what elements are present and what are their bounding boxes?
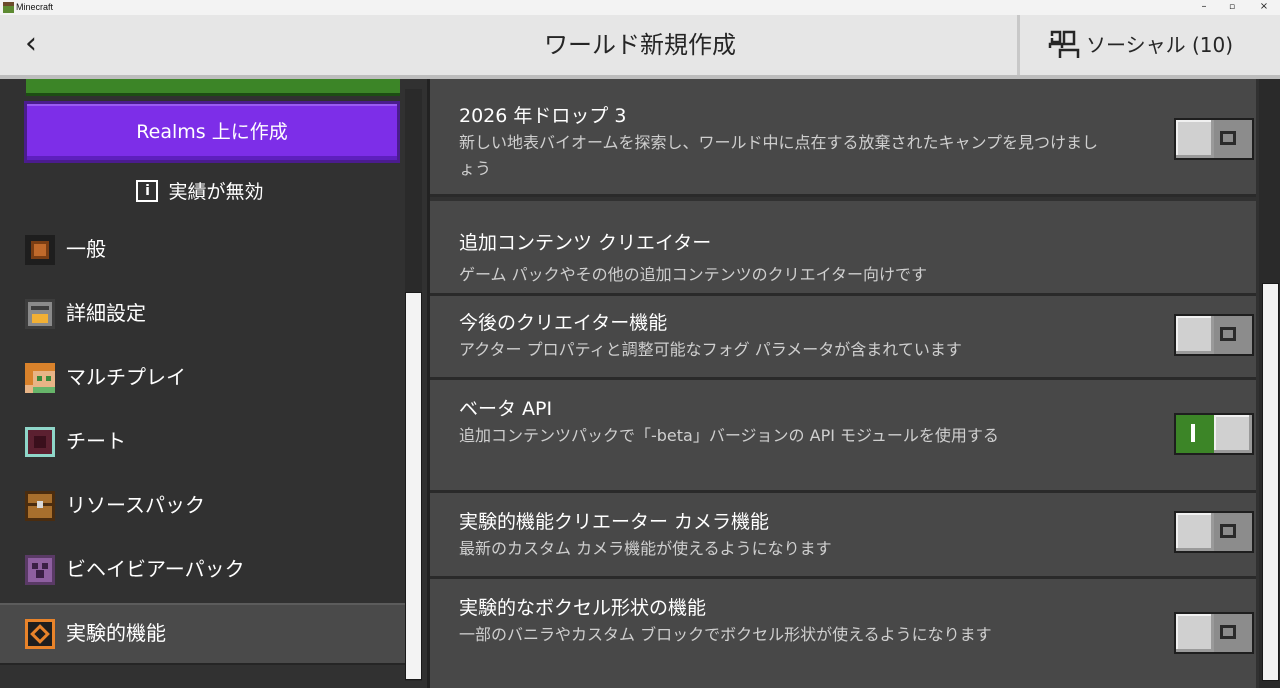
experiment-title: 2026 年ドロップ 3	[459, 105, 627, 127]
experiment-card: 実験的機能クリエーター カメラ機能 最新のカスタム カメラ機能が使えるようになり…	[430, 493, 1256, 579]
header-divider	[1017, 15, 1020, 75]
section-title: 追加コンテンツ クリエイター	[459, 232, 712, 254]
realms-button-label: Realms 上に作成	[136, 121, 288, 143]
social-people-icon	[1048, 30, 1080, 58]
toggle-on-icon	[1191, 424, 1195, 442]
sidebar-scrollbar-thumb[interactable]	[405, 292, 422, 680]
achievements-label: 実績が無効	[168, 181, 264, 203]
experiment-toggle[interactable]	[1174, 612, 1254, 654]
sidebar-item-label: 一般	[66, 237, 106, 261]
experiment-toggle[interactable]	[1174, 314, 1254, 356]
create-on-realms-button[interactable]: Realms 上に作成	[24, 101, 400, 163]
creeper-icon	[25, 555, 55, 585]
experiment-title: 今後のクリエイター機能	[459, 312, 668, 334]
experiment-card: ベータ API 追加コンテンツパックで「-beta」バージョンの API モジュ…	[430, 380, 1256, 493]
experiments-scrollbar-thumb[interactable]	[1262, 283, 1279, 681]
addon-creator-section: 追加コンテンツ クリエイター ゲーム パックやその他の追加コンテンツのクリエイタ…	[430, 201, 1256, 296]
toggle-knob	[1176, 120, 1214, 158]
create-button-partial[interactable]	[26, 79, 400, 96]
close-icon[interactable]: ×	[1250, 0, 1278, 15]
sidebar-item-behavior-packs[interactable]: ビヘイビアーパック	[0, 539, 405, 601]
experiment-description: 一部のバニラやカスタム ブロックでボクセル形状が使えるようになります	[459, 625, 992, 644]
toggle-off-icon	[1220, 524, 1236, 538]
experiment-title: 実験的なボクセル形状の機能	[459, 597, 707, 619]
experiment-toggle[interactable]	[1174, 413, 1254, 455]
experiment-toggle[interactable]	[1174, 118, 1254, 160]
sidebar-item-advanced[interactable]: 詳細設定	[0, 283, 405, 345]
sidebar-item-multiplayer[interactable]: マルチプレイ	[0, 347, 405, 409]
window-titlebar: Minecraft – ▫ ×	[0, 0, 1280, 15]
chest-icon	[25, 491, 55, 521]
toggle-off-icon	[1220, 131, 1236, 145]
experiments-panel: 2026 年ドロップ 3 新しい地表バイオームを探索し、ワールド中に点在する放棄…	[427, 79, 1280, 688]
experiment-card: 今後のクリエイター機能 アクター プロパティと調整可能なフォグ パラメータが含ま…	[430, 296, 1256, 380]
furnace-icon	[25, 299, 55, 329]
experiment-card: 実験的なボクセル形状の機能 一部のバニラやカスタム ブロックでボクセル形状が使え…	[430, 579, 1256, 688]
social-label: ソーシャル (10)	[1086, 33, 1234, 57]
experiment-toggle[interactable]	[1174, 511, 1254, 553]
toggle-knob	[1176, 614, 1214, 652]
page-title: ワールド新規作成	[544, 31, 736, 59]
command-block-icon	[25, 427, 55, 457]
sidebar-item-general[interactable]: 一般	[0, 219, 405, 281]
minimize-icon[interactable]: –	[1190, 0, 1218, 15]
sidebar-item-label: 実験的機能	[66, 621, 166, 645]
sidebar: Realms 上に作成 i 実績が無効 一般 詳細設定 マルチプレイ チート リ…	[0, 79, 424, 688]
section-description: ゲーム パックやその他の追加コンテンツのクリエイター向けです	[459, 265, 927, 284]
info-icon: i	[136, 179, 159, 202]
minecraft-app-icon	[3, 2, 14, 13]
sidebar-item-label: リソースパック	[66, 493, 205, 517]
maximize-icon[interactable]: ▫	[1218, 0, 1246, 15]
toggle-off-icon	[1220, 327, 1236, 341]
chevron-left-icon: ‹	[25, 26, 37, 61]
alex-head-icon	[25, 363, 55, 393]
experiment-description: アクター プロパティと調整可能なフォグ パラメータが含まれています	[459, 340, 962, 359]
experiment-description: 新しい地表バイオームを探索し、ワールド中に点在する放棄されたキャンプを見つけまし…	[459, 133, 1099, 178]
sidebar-item-label: チート	[66, 429, 126, 453]
experiment-card: 2026 年ドロップ 3 新しい地表バイオームを探索し、ワールド中に点在する放棄…	[430, 79, 1256, 197]
experiment-icon	[25, 619, 55, 649]
sidebar-item-experiments[interactable]: 実験的機能	[0, 603, 405, 665]
achievements-disabled-notice: i 実績が無効	[0, 177, 400, 207]
experiment-title: ベータ API	[459, 398, 553, 420]
window-title: Minecraft	[16, 2, 54, 12]
toggle-knob	[1176, 316, 1214, 354]
experiment-description: 最新のカスタム カメラ機能が使えるようになります	[459, 539, 832, 558]
sidebar-item-label: ビヘイビアーパック	[66, 557, 245, 581]
sidebar-item-cheats[interactable]: チート	[0, 411, 405, 473]
experiment-description: 追加コンテンツパックで「-beta」バージョンの API モジュールを使用する	[459, 426, 999, 445]
sidebar-item-label: マルチプレイ	[66, 365, 186, 389]
toggle-knob	[1176, 513, 1214, 551]
back-button[interactable]: ‹	[14, 27, 48, 63]
sidebar-item-label: 詳細設定	[66, 301, 146, 325]
toggle-knob	[1214, 415, 1252, 453]
experiment-title: 実験的機能クリエーター カメラ機能	[459, 511, 770, 533]
social-button[interactable]: ソーシャル (10)	[1022, 15, 1280, 75]
toggle-off-icon	[1220, 625, 1236, 639]
general-icon	[25, 235, 55, 265]
sidebar-item-resource-packs[interactable]: リソースパック	[0, 475, 405, 537]
page-header: ‹ ワールド新規作成 ソーシャル (10)	[0, 15, 1280, 79]
